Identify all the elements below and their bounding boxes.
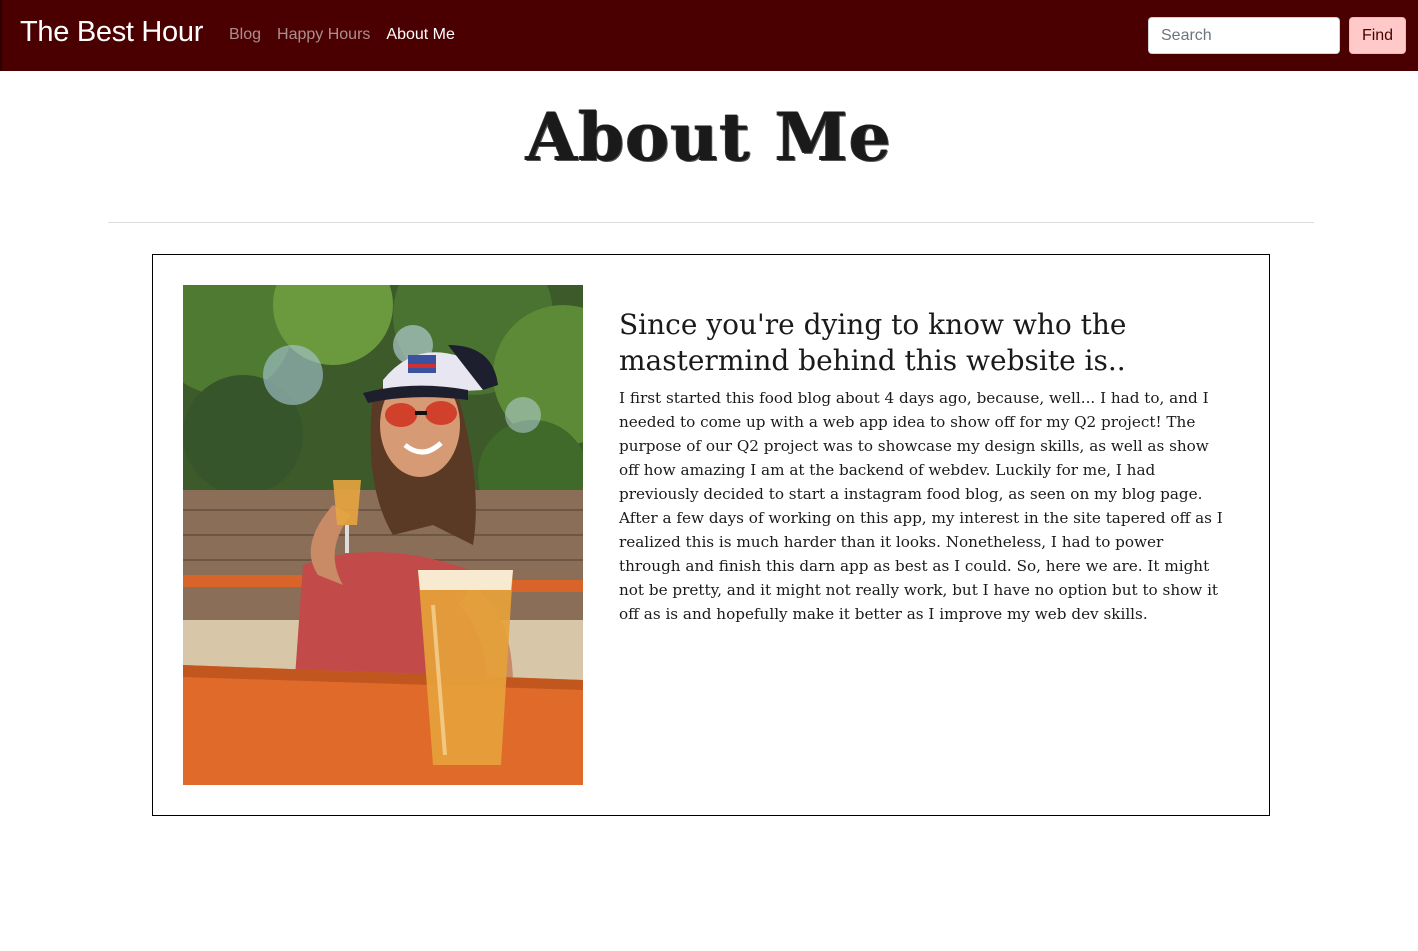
nav-link-happy-hours[interactable]: Happy Hours <box>277 26 370 44</box>
about-body: I first started this food blog about 4 d… <box>619 389 1223 623</box>
page-title: About Me <box>526 98 892 176</box>
search-input[interactable] <box>1148 17 1340 54</box>
top-navbar: The Best Hour Blog Happy Hours About Me … <box>0 0 1418 71</box>
find-button[interactable]: Find <box>1349 17 1406 54</box>
brand-link[interactable]: The Best Hour <box>20 16 203 49</box>
nav-link-blog[interactable]: Blog <box>229 26 261 44</box>
about-heading: Since you're dying to know who the maste… <box>619 308 1127 377</box>
title-divider <box>108 222 1314 223</box>
profile-photo <box>183 285 583 785</box>
nav-link-about-me[interactable]: About Me <box>386 26 454 44</box>
about-card: Since you're dying to know who the maste… <box>152 254 1270 816</box>
nav-links: Blog Happy Hours About Me <box>229 26 455 44</box>
